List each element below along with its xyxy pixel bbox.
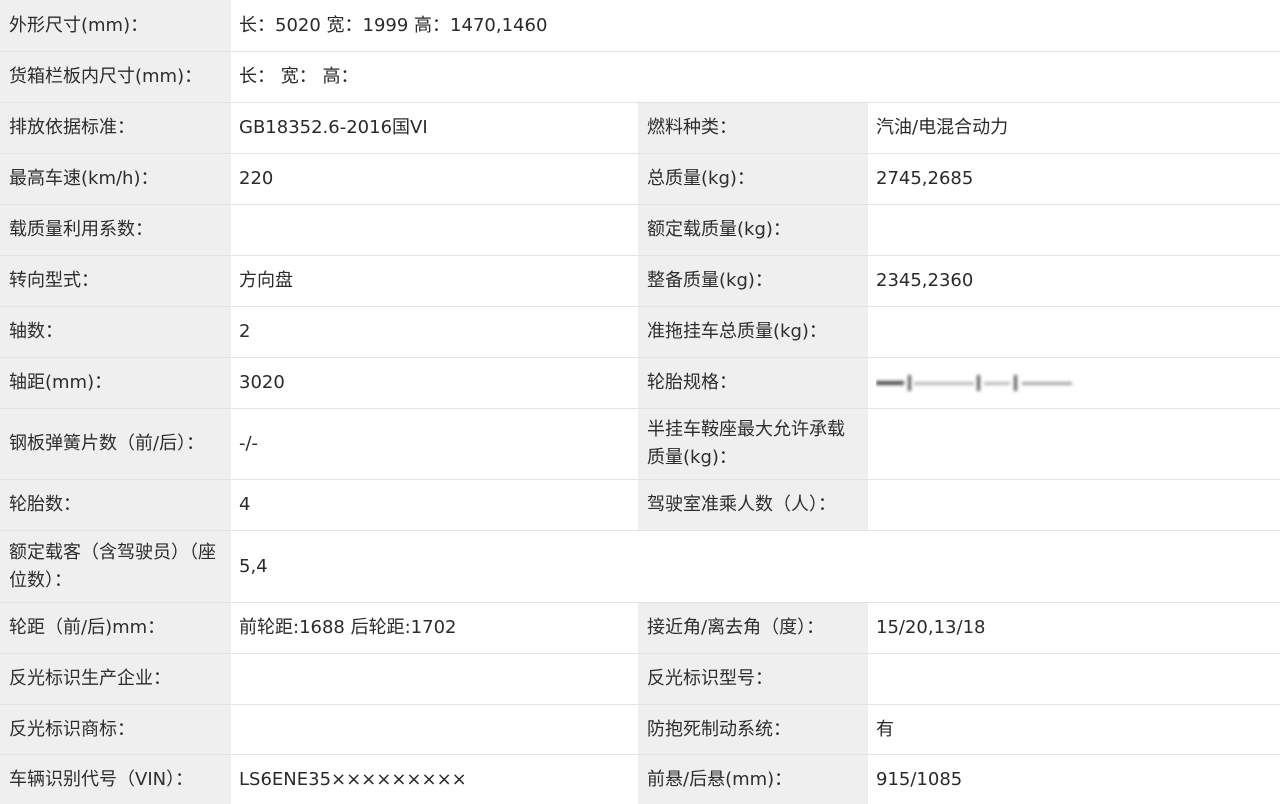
spec-row: 轮距（前/后)mm： 前轮距:1688 后轮距:1702 接近角/离去角（度）：…: [0, 603, 1280, 654]
spec-value: [868, 409, 1280, 479]
spec-value: 长： 宽： 高：: [231, 52, 1280, 102]
spec-value: 15/20,13/18: [868, 603, 1280, 653]
spec-label: 准拖挂车总质量(kg)：: [638, 307, 868, 357]
spec-label: 反光标识生产企业：: [0, 654, 231, 704]
spec-row-passengers: 额定载客（含驾驶员）（座位数）： 5,4: [0, 531, 1280, 603]
spec-label: 驾驶室准乘人数（人）：: [638, 480, 868, 530]
spec-value: 220: [231, 154, 638, 204]
spec-label: 轮胎规格：: [638, 358, 868, 408]
spec-value: [231, 205, 638, 255]
spec-label: 反光标识商标：: [0, 705, 231, 754]
spec-label: 排放依据标准：: [0, 103, 231, 153]
spec-value: 有: [868, 705, 1280, 754]
spec-value: [868, 654, 1280, 704]
spec-value: 3020: [231, 358, 638, 408]
spec-label: 额定载质量(kg)：: [638, 205, 868, 255]
spec-row: 轴距(mm)： 3020 轮胎规格：: [0, 358, 1280, 409]
spec-value: LS6ENE35×××××××××: [231, 755, 638, 804]
spec-label: 防抱死制动系统：: [638, 705, 868, 754]
spec-value: 2345,2360: [868, 256, 1280, 306]
spec-value: 2: [231, 307, 638, 357]
spec-value: [868, 307, 1280, 357]
spec-row: 轮胎数： 4 驾驶室准乘人数（人）：: [0, 480, 1280, 531]
spec-value: 2745,2685: [868, 154, 1280, 204]
spec-row: 转向型式： 方向盘 整备质量(kg)： 2345,2360: [0, 256, 1280, 307]
spec-row: 最高车速(km/h)： 220 总质量(kg)： 2745,2685: [0, 154, 1280, 205]
spec-row: 轴数： 2 准拖挂车总质量(kg)：: [0, 307, 1280, 358]
spec-value: 915/1085: [868, 755, 1280, 804]
spec-label: 反光标识型号：: [638, 654, 868, 704]
spec-row: 反光标识生产企业： 反光标识型号：: [0, 654, 1280, 705]
spec-value: [231, 654, 638, 704]
blurred-redaction-icon: [876, 375, 1072, 391]
spec-label: 整备质量(kg)：: [638, 256, 868, 306]
spec-label: 货箱栏板内尺寸(mm)：: [0, 52, 231, 102]
spec-label: 燃料种类：: [638, 103, 868, 153]
spec-value: 5,4: [231, 531, 1280, 602]
spec-value: [231, 705, 638, 754]
spec-label: 半挂车鞍座最大允许承载质量(kg)：: [638, 409, 868, 479]
spec-label: 额定载客（含驾驶员）（座位数）：: [0, 531, 231, 602]
spec-label: 外形尺寸(mm)：: [0, 0, 231, 51]
spec-label: 最高车速(km/h)：: [0, 154, 231, 204]
spec-row: 反光标识商标： 防抱死制动系统： 有: [0, 705, 1280, 755]
spec-value: 方向盘: [231, 256, 638, 306]
spec-value-tire-spec: [868, 358, 1280, 408]
spec-value: 长：5020 宽：1999 高：1470,1460: [231, 0, 1280, 51]
spec-row: 排放依据标准： GB18352.6-2016国VI 燃料种类： 汽油/电混合动力: [0, 103, 1280, 154]
spec-label: 载质量利用系数：: [0, 205, 231, 255]
spec-label: 轴数：: [0, 307, 231, 357]
spec-label: 车辆识别代号（VIN）：: [0, 755, 231, 804]
spec-value: 4: [231, 480, 638, 530]
spec-label: 轮胎数：: [0, 480, 231, 530]
spec-label: 总质量(kg)：: [638, 154, 868, 204]
spec-value: [868, 480, 1280, 530]
spec-label: 转向型式：: [0, 256, 231, 306]
spec-value: 汽油/电混合动力: [868, 103, 1280, 153]
spec-row: 载质量利用系数： 额定载质量(kg)：: [0, 205, 1280, 256]
spec-value: -/-: [231, 409, 638, 479]
spec-row-dimensions: 外形尺寸(mm)： 长：5020 宽：1999 高：1470,1460: [0, 0, 1280, 52]
spec-value: [868, 205, 1280, 255]
spec-label: 轴距(mm)：: [0, 358, 231, 408]
spec-label: 钢板弹簧片数（前/后）：: [0, 409, 231, 479]
spec-row: 钢板弹簧片数（前/后）： -/- 半挂车鞍座最大允许承载质量(kg)：: [0, 409, 1280, 480]
vehicle-spec-table: 外形尺寸(mm)： 长：5020 宽：1999 高：1470,1460 货箱栏板…: [0, 0, 1280, 804]
spec-label: 轮距（前/后)mm：: [0, 603, 231, 653]
spec-row-cargo-box: 货箱栏板内尺寸(mm)： 长： 宽： 高：: [0, 52, 1280, 103]
spec-value: GB18352.6-2016国VI: [231, 103, 638, 153]
spec-label: 前悬/后悬(mm)：: [638, 755, 868, 804]
spec-label: 接近角/离去角（度）：: [638, 603, 868, 653]
spec-value: 前轮距:1688 后轮距:1702: [231, 603, 638, 653]
spec-row: 车辆识别代号（VIN）： LS6ENE35××××××××× 前悬/后悬(mm)…: [0, 755, 1280, 804]
